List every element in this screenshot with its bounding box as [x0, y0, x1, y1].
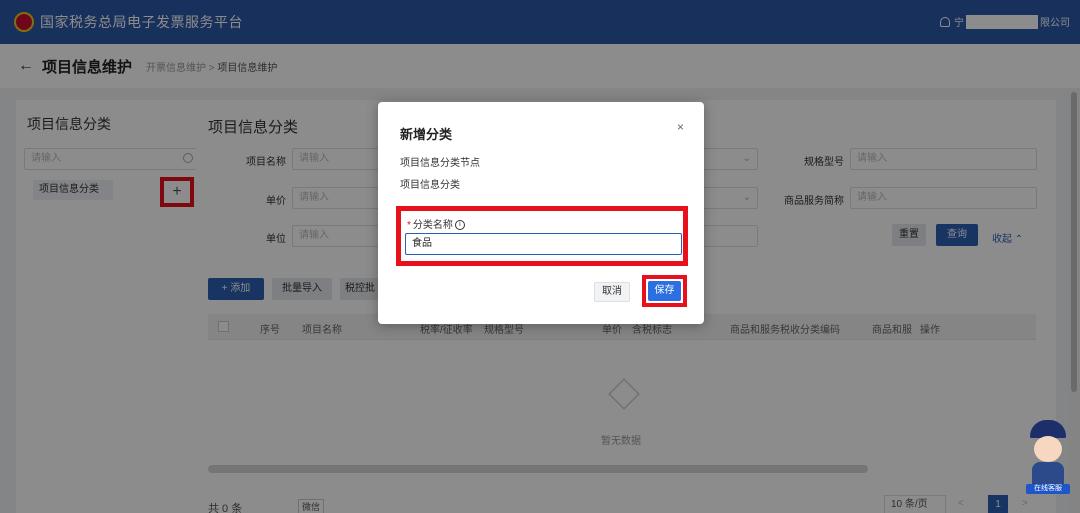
parent-node-label: 项目信息分类节点 — [400, 158, 480, 169]
cancel-button[interactable]: 取消 — [594, 282, 630, 302]
save-button-highlight: 保存 — [642, 275, 687, 307]
required-mark: * — [407, 220, 411, 231]
customer-service-mascot[interactable]: 在线客服 — [1026, 420, 1070, 496]
category-name-field-highlight: * 分类名称 i 食品 — [396, 206, 688, 266]
mascot-tag: 在线客服 — [1026, 484, 1070, 494]
parent-node-value: 项目信息分类 — [400, 180, 460, 191]
info-icon[interactable]: i — [454, 220, 465, 231]
mascot-face — [1034, 436, 1062, 462]
category-name-input[interactable]: 食品 — [405, 233, 682, 255]
category-name-label: * 分类名称 i — [407, 216, 465, 231]
save-button[interactable]: 保存 — [648, 281, 681, 301]
close-icon[interactable]: × — [677, 120, 684, 134]
add-category-dialog: 新增分类 × 项目信息分类节点 项目信息分类 * 分类名称 i 食品 取消 保存 — [378, 102, 704, 324]
dialog-title: 新增分类 — [400, 127, 453, 142]
